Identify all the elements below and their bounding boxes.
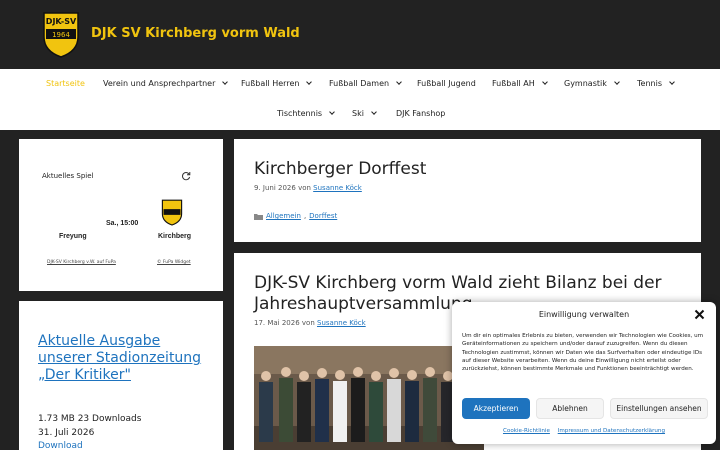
cookie-text: Um dir ein optimales Erlebnis zu bieten,… — [462, 333, 704, 373]
nav-item-fussball-herren[interactable]: Fußball Herren — [241, 79, 313, 88]
kirchberg-logo — [161, 199, 183, 226]
cookie-consent-dialog: Einwilligung verwalten Um dir ein optima… — [452, 302, 716, 444]
nav-label: Fußball Damen — [329, 79, 390, 88]
cookie-policy-link[interactable]: Cookie-Richtlinie — [503, 428, 550, 434]
chevron-down-icon — [669, 79, 675, 85]
game-time: Sa., 15:00 — [106, 220, 139, 227]
settings-button[interactable]: Einstellungen ansehen — [610, 398, 708, 419]
nav-item-startseite[interactable]: Startseite — [46, 79, 85, 88]
site-header: DJK-SV 1964 DJK SV Kirchberg vorm Wald — [0, 0, 720, 69]
logo-year: 1964 — [52, 31, 70, 39]
chevron-down-icon — [396, 79, 402, 85]
download-date: 31. Juli 2026 — [38, 428, 95, 438]
nav-label: Fußball Herren — [241, 79, 300, 88]
nav-label: Gymnastik — [564, 79, 607, 88]
close-icon[interactable] — [694, 309, 705, 320]
chevron-down-icon — [222, 79, 229, 85]
fupa-club-link[interactable]: DJK-SV Kirchberg v.W. auf FuPa — [47, 260, 116, 265]
nav-label: Startseite — [46, 79, 85, 88]
article-meta: 9. Juni 2026 von Susanne Köck — [254, 184, 362, 192]
article-by: von — [301, 319, 315, 327]
current-game-widget: Aktuelles Spiel Sa., 15:00 Freyung Kirch… — [19, 139, 223, 291]
article-by: von — [298, 184, 311, 192]
nav-item-fussball-damen[interactable]: Fußball Damen — [329, 79, 402, 88]
nav-item-tischtennis[interactable]: Tischtennis — [277, 109, 335, 118]
article-photo[interactable] — [254, 346, 484, 450]
main-navigation: Startseite Verein und Ansprechpartner Fu… — [0, 69, 720, 130]
article-meta: 17. Mai 2026 von Susanne Köck — [254, 319, 366, 327]
cookie-links: Cookie-Richtlinie Impressum und Datensch… — [452, 428, 716, 434]
article-author[interactable]: Susanne Köck — [317, 319, 366, 327]
download-title-link[interactable]: Aktuelle Ausgabe unserer Stadionzeitung … — [38, 333, 208, 384]
nav-label: Tischtennis — [277, 109, 323, 118]
download-meta: 1.73 MB 23 Downloads — [38, 414, 142, 424]
article-card: Kirchberger Dorffest 9. Juni 2026 von Su… — [234, 139, 701, 242]
nav-label: Fußball Jugend — [417, 79, 476, 88]
download-link[interactable]: Download — [38, 441, 83, 450]
club-logo[interactable]: DJK-SV 1964 — [38, 9, 84, 59]
fupa-widget-link[interactable]: © FuPa Widget — [157, 260, 191, 265]
site-title[interactable]: DJK SV Kirchberg vorm Wald — [91, 26, 300, 41]
nav-item-fussball-ah[interactable]: Fußball AH — [492, 79, 548, 88]
chevron-down-icon — [614, 79, 620, 85]
article-author[interactable]: Susanne Köck — [313, 184, 362, 192]
nav-item-tennis[interactable]: Tennis — [637, 79, 675, 88]
nav-item-ski[interactable]: Ski — [352, 109, 377, 118]
nav-label: Ski — [352, 109, 364, 118]
category-link[interactable]: Allgemein — [266, 212, 301, 220]
away-team[interactable]: Kirchberg — [158, 233, 191, 240]
nav-label: Verein und Ansprechpartner — [103, 79, 216, 88]
chevron-down-icon — [371, 109, 377, 115]
article-date: 9. Juni 2026 — [254, 184, 296, 192]
folder-icon — [254, 213, 263, 220]
article-title[interactable]: Kirchberger Dorffest — [254, 159, 426, 180]
cookie-title: Einwilligung verwalten — [538, 310, 630, 319]
nav-item-fussball-jugend[interactable]: Fußball Jugend — [417, 79, 476, 88]
privacy-link[interactable]: Impressum und Datenschutzerklärung — [558, 428, 665, 434]
nav-item-djk-fanshop[interactable]: DJK Fanshop — [396, 109, 445, 118]
chevron-down-icon — [306, 79, 313, 85]
home-team[interactable]: Freyung — [59, 233, 87, 240]
logo-text: DJK-SV — [46, 17, 77, 26]
article-categories: Allgemein, Dorffest — [254, 212, 337, 220]
article-date: 17. Mai 2026 — [254, 319, 300, 327]
nav-label: Tennis — [637, 79, 662, 88]
chevron-down-icon — [329, 109, 335, 115]
nav-item-verein[interactable]: Verein und Ansprechpartner — [103, 79, 229, 88]
category-link[interactable]: Dorffest — [309, 212, 337, 220]
nav-label: Fußball AH — [492, 79, 535, 88]
accept-button[interactable]: Akzeptieren — [462, 398, 530, 419]
nav-label: DJK Fanshop — [396, 109, 446, 118]
deny-button[interactable]: Ablehnen — [536, 398, 604, 419]
download-widget: Aktuelle Ausgabe unserer Stadionzeitung … — [19, 301, 223, 450]
widget-title: Aktuelles Spiel — [42, 172, 94, 180]
chevron-down-icon — [541, 79, 548, 85]
nav-item-gymnastik[interactable]: Gymnastik — [564, 79, 620, 88]
refresh-icon[interactable] — [181, 171, 191, 181]
